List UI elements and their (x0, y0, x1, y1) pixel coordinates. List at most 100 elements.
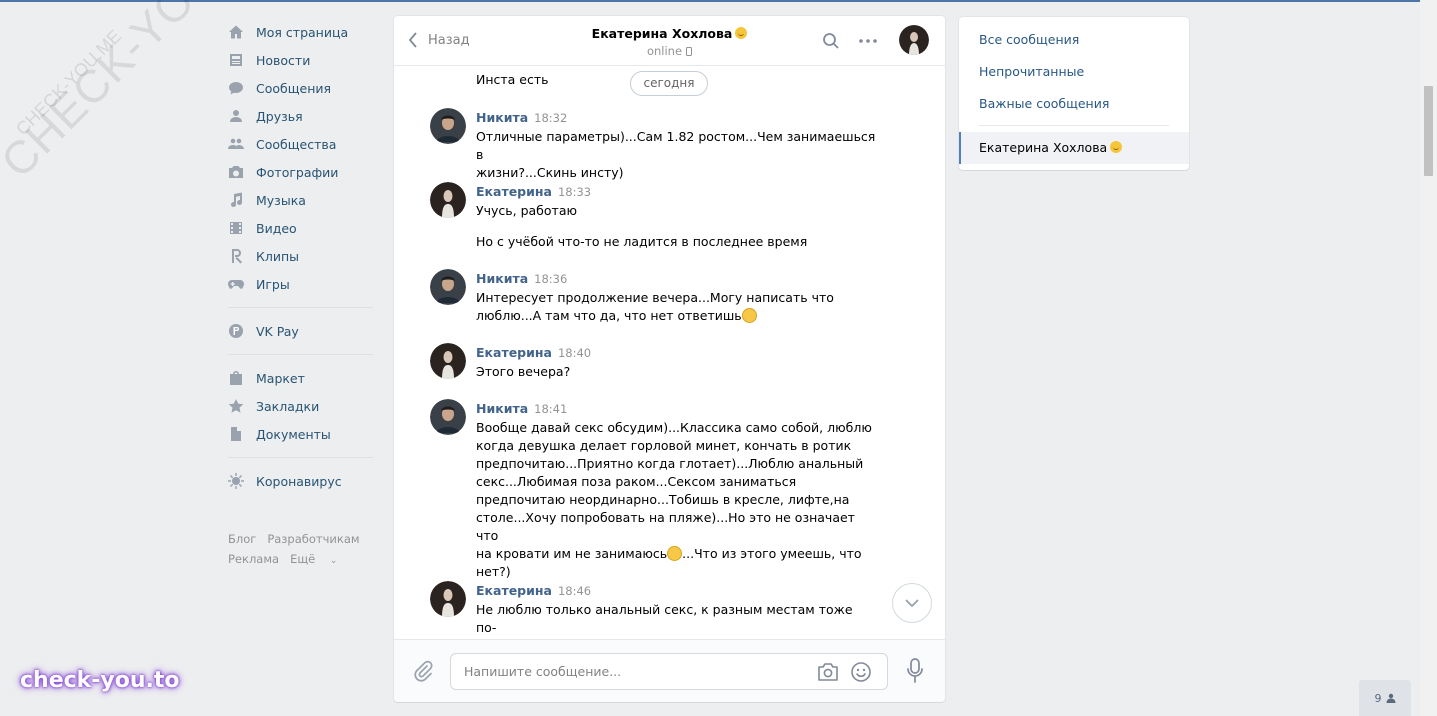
nav-item-my-page[interactable]: Моя страница (228, 18, 373, 46)
nav-label: Маркет (256, 370, 305, 386)
nav-label: Фотографии (256, 164, 339, 180)
nav-label: Закладки (256, 398, 320, 414)
more-icon[interactable] (858, 32, 878, 50)
nav-item-music[interactable]: Музыка (228, 186, 373, 214)
document-icon (228, 426, 244, 442)
footer-link-more[interactable]: Ещё ⌄ (290, 552, 348, 566)
nav-item-games[interactable]: Игры (228, 270, 373, 298)
active-dialog-name: Екатерина Хохлова (979, 140, 1108, 155)
nav-label: Коронавирус (256, 473, 342, 489)
nav-item-video[interactable]: Видео (228, 214, 373, 242)
microphone-icon[interactable] (906, 658, 924, 684)
nav-item-bookmarks[interactable]: Закладки (228, 392, 373, 420)
friends-icon (228, 108, 244, 124)
avatar[interactable] (430, 581, 466, 617)
footer-more-label: Ещё (290, 552, 316, 566)
messages-icon (228, 80, 244, 96)
groups-icon (228, 136, 244, 152)
footer-link-developers[interactable]: Разработчикам (267, 532, 359, 546)
message-header: Никита 18:36 (476, 271, 567, 286)
message-author[interactable]: Никита (476, 271, 528, 286)
message-text: Не люблю только анальный секс, к разным … (476, 602, 875, 639)
nav-item-photos[interactable]: Фотографии (228, 158, 373, 186)
message-author[interactable]: Никита (476, 110, 528, 125)
message-author[interactable]: Екатерина (476, 184, 552, 199)
news-icon (228, 52, 244, 68)
message-text: Вообще давай секс обсудим)...Классика са… (476, 419, 876, 581)
nav-item-messages[interactable]: Сообщения (228, 74, 373, 102)
active-dialog-item[interactable]: Екатерина Хохлова (959, 132, 1189, 164)
message-text: Отличные параметры)...Сам 1.82 ростом...… (476, 129, 876, 180)
message-author[interactable]: Екатерина (476, 583, 552, 598)
home-icon (228, 24, 244, 40)
camera-icon[interactable] (817, 662, 839, 682)
scroll-down-button[interactable] (892, 583, 932, 623)
avatar[interactable] (430, 399, 466, 435)
market-icon (228, 370, 244, 386)
filters-divider (979, 125, 1169, 126)
avatar[interactable] (899, 25, 929, 55)
virus-icon (228, 473, 244, 489)
message-author[interactable]: Никита (476, 401, 528, 416)
online-count: 9 (1374, 691, 1382, 705)
message-text: Интересует продолжение вечера...Могу нап… (476, 289, 876, 325)
nav-item-market[interactable]: Маркет (228, 364, 373, 392)
message-text: Этого вечера? (476, 364, 571, 379)
message-text: Учусь, работаю (476, 203, 578, 218)
nav-divider (228, 354, 373, 355)
message-author[interactable]: Екатерина (476, 345, 552, 360)
message-header: Екатерина 18:33 (476, 184, 591, 199)
message-text: Но с учёбой что-то не ладится в последне… (476, 234, 808, 249)
scrollbar-thumb[interactable] (1424, 86, 1433, 176)
message-time: 18:40 (557, 346, 592, 360)
footer-links: Блог Разработчикам Реклама Ещё ⌄ (228, 529, 373, 571)
nav-label: Моя страница (256, 24, 349, 40)
message-filters-panel: Все сообщения Непрочитанные Важные сообщ… (959, 17, 1189, 170)
clips-icon (228, 248, 244, 264)
chevron-down-icon (905, 599, 919, 607)
paperclip-icon[interactable] (412, 660, 434, 682)
avatar[interactable] (430, 182, 466, 218)
date-separator: сегодня (630, 71, 708, 96)
smile-emoji-icon (667, 546, 683, 561)
avatar[interactable] (430, 108, 466, 144)
nav-item-vkpay[interactable]: VK Pay (228, 317, 373, 345)
message-header: Никита 18:32 (476, 110, 567, 125)
avatar[interactable] (430, 343, 466, 379)
nav-label: VK Pay (256, 323, 299, 339)
nav-item-documents[interactable]: Документы (228, 420, 373, 448)
games-icon (228, 276, 244, 292)
online-friends-badge[interactable]: 9 (1359, 680, 1411, 716)
emoji-icon[interactable] (850, 661, 872, 683)
filter-unread[interactable]: Непрочитанные (979, 64, 1084, 79)
nav-divider (228, 307, 373, 308)
filter-all-messages[interactable]: Все сообщения (979, 32, 1079, 47)
avatar[interactable] (430, 269, 466, 305)
search-icon[interactable] (822, 32, 840, 50)
chat-header: Назад Екатерина Хохлова online (394, 16, 945, 66)
flushed-emoji-icon (741, 308, 757, 323)
nav-item-coronavirus[interactable]: Коронавирус (228, 467, 373, 495)
message-time: 18:41 (534, 402, 568, 416)
message-time: 18:33 (557, 185, 592, 199)
vkpay-icon (228, 323, 244, 339)
message-list: Инста есть сегодня Никита 18:32 Отличные … (394, 66, 945, 639)
nav-label: Сообщения (256, 80, 332, 96)
message-time: 18:46 (557, 584, 592, 598)
music-icon (228, 192, 244, 208)
message-text-body: Интересует продолжение вечера...Могу нап… (476, 290, 834, 323)
nav-item-friends[interactable]: Друзья (228, 102, 373, 130)
nav-label: Клипы (256, 248, 300, 264)
filter-important[interactable]: Важные сообщения (979, 96, 1109, 111)
footer-link-ads[interactable]: Реклама (228, 552, 279, 566)
left-navigation: Моя страница Новости Сообщения Друзья Со… (228, 18, 373, 571)
nav-item-clips[interactable]: Клипы (228, 242, 373, 270)
message-input-placeholder: Напишите сообщение... (464, 664, 622, 679)
nav-label: Сообщества (256, 136, 337, 152)
nav-item-news[interactable]: Новости (228, 46, 373, 74)
nav-item-groups[interactable]: Сообщества (228, 130, 373, 158)
message-text-body: Вообще давай секс обсудим)...Классика са… (476, 420, 872, 561)
footer-link-blog[interactable]: Блог (228, 532, 256, 546)
message-input[interactable]: Напишите сообщение... (450, 653, 888, 690)
status-text: online (646, 44, 683, 58)
